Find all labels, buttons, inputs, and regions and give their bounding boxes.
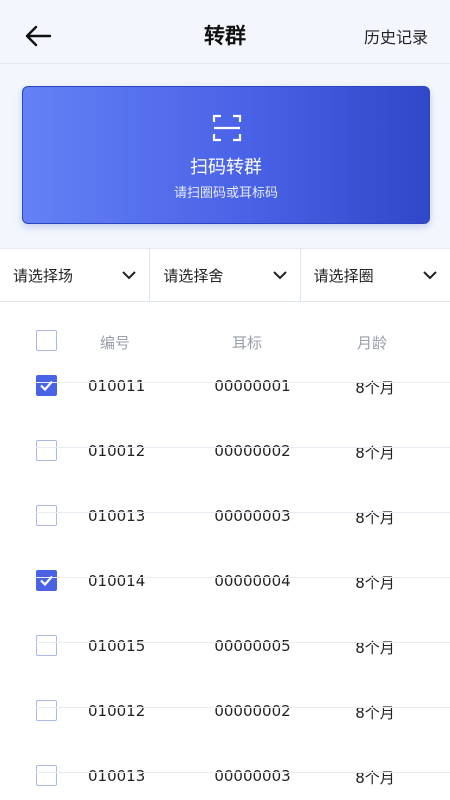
house-select-label: 请选择舍 <box>163 266 224 285</box>
scan-card-title: 扫码转群 <box>190 157 262 178</box>
pen-select[interactable]: 请选择圈 <box>299 249 450 301</box>
top-area: 转群 历史记录 扫码转群 请扫圈码或耳标码 <box>0 0 450 248</box>
table-row[interactable]: 010015 00000005 8个月 <box>0 578 450 657</box>
row-checkbox[interactable] <box>36 765 57 786</box>
history-button[interactable]: 历史记录 <box>364 24 428 48</box>
table-row[interactable]: 010014 00000004 8个月 <box>0 513 450 592</box>
chevron-down-icon <box>272 271 287 280</box>
chevron-down-icon <box>122 271 137 280</box>
scan-to-transfer-button[interactable]: 扫码转群 请扫圈码或耳标码 <box>22 86 430 224</box>
table-body: 010011 00000001 8个月 010012 00000002 8个月 010013… <box>0 318 450 787</box>
farm-select[interactable]: 请选择场 <box>0 249 149 301</box>
pen-select-label: 请选择圈 <box>313 266 374 285</box>
row-divider <box>36 772 450 773</box>
app-header: 转群 历史记录 <box>0 0 450 64</box>
filter-bar: 请选择场 请选择舍 请选择圈 <box>0 248 450 302</box>
table-row[interactable]: 010011 00000001 8个月 <box>0 318 450 397</box>
scan-frame-icon <box>212 114 242 142</box>
table-row[interactable]: 010013 00000003 8个月 <box>0 448 450 527</box>
farm-select-label: 请选择场 <box>13 266 74 285</box>
animal-table: 编号 耳标 月龄 010011 00000001 8个月 010012 00000002… <box>0 318 450 800</box>
house-select[interactable]: 请选择舍 <box>149 249 299 301</box>
scan-card-subtitle: 请扫圈码或耳标码 <box>173 186 278 201</box>
table-row[interactable]: 010013 00000003 8个月 <box>0 708 450 787</box>
table-row[interactable]: 010012 00000002 8个月 <box>0 383 450 462</box>
chevron-down-icon <box>423 271 437 280</box>
cell-ear-tag: 00000003 <box>214 767 291 785</box>
table-row[interactable]: 010012 00000002 8个月 <box>0 643 450 722</box>
cell-age: 8个月 <box>355 769 395 787</box>
cell-code: 010013 <box>88 767 146 785</box>
